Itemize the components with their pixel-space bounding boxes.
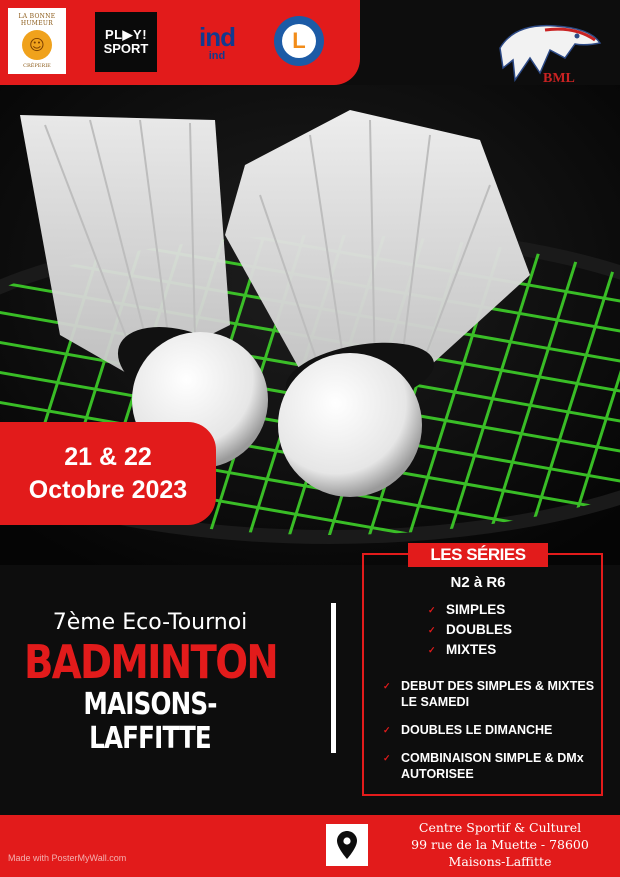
venue-street: 99 rue de la Muette - 78600 bbox=[411, 837, 589, 852]
info-item: ✓ COMBINAISON SIMPLE & DMx AUTORISEE bbox=[383, 750, 598, 782]
tournament-edition: 7ème Eco-Tournoi bbox=[52, 610, 248, 635]
info-text: DEBUT DES SIMPLES & MIXTES LE SAMEDI bbox=[401, 679, 595, 709]
event-poster: LA BONNE HUMEUR ☺ CRÊPERIE PL▶Y! SPORT i… bbox=[0, 0, 620, 877]
leclerc-logo: L bbox=[274, 16, 324, 66]
check-icon: ✓ bbox=[383, 681, 391, 691]
check-icon: ✓ bbox=[383, 725, 391, 735]
bml-logo-text: BML bbox=[543, 71, 575, 86]
map-pin-icon bbox=[337, 831, 357, 859]
venue-pin-box bbox=[326, 824, 368, 866]
tournament-title: 7ème Eco-Tournoi BADMINTON MAISONS-LAFFI… bbox=[0, 610, 300, 757]
date-days: 21 & 22 bbox=[64, 443, 152, 471]
series-type-label: MIXTES bbox=[446, 642, 497, 657]
series-heading: LES SÉRIES bbox=[408, 543, 548, 567]
series-range: N2 à R6 bbox=[450, 574, 506, 591]
play-sport-logo: PL▶Y! SPORT bbox=[95, 12, 157, 72]
play-sport-line1: PL▶Y! bbox=[104, 26, 148, 42]
leclerc-letter: L bbox=[282, 24, 316, 58]
smiley-icon: ☺ bbox=[22, 30, 52, 60]
info-text: DOUBLES LE DIMANCHE bbox=[401, 723, 553, 737]
bonne-humeur-logo: LA BONNE HUMEUR ☺ CRÊPERIE bbox=[8, 8, 66, 74]
series-type-item: ✓ DOUBLES bbox=[428, 620, 512, 640]
check-icon: ✓ bbox=[428, 645, 436, 655]
bonne-humeur-sub-text: CRÊPERIE bbox=[23, 63, 51, 69]
ind-logo: ind ind bbox=[187, 15, 247, 70]
venue-address: Centre Sportif & Culturel 99 rue de la M… bbox=[380, 819, 620, 870]
venue-city: Maisons-Laffitte bbox=[448, 854, 552, 869]
bonne-humeur-arc-text: LA BONNE HUMEUR bbox=[18, 13, 56, 27]
check-icon: ✓ bbox=[428, 605, 436, 615]
ind-logo-line2: ind bbox=[208, 49, 226, 62]
tournament-sport: BADMINTON bbox=[24, 635, 279, 689]
series-type-label: DOUBLES bbox=[446, 622, 513, 637]
watermark: Made with PosterMyWall.com bbox=[8, 853, 127, 863]
series-type-label: SIMPLES bbox=[446, 602, 506, 617]
info-item: ✓ DOUBLES LE DIMANCHE bbox=[383, 722, 598, 738]
play-sport-line2: SPORT bbox=[103, 41, 149, 56]
event-date: 21 & 22 Octobre 2023 bbox=[0, 422, 216, 525]
ind-logo-line1: ind bbox=[199, 21, 236, 52]
date-month-year: Octobre 2023 bbox=[28, 475, 188, 504]
sponsor-bar: LA BONNE HUMEUR ☺ CRÊPERIE PL▶Y! SPORT i… bbox=[0, 0, 360, 85]
series-type-item: ✓ MIXTES bbox=[428, 640, 512, 660]
info-text: COMBINAISON SIMPLE & DMx AUTORISEE bbox=[401, 751, 584, 781]
bml-club-logo: BML bbox=[499, 24, 602, 86]
series-types: ✓ SIMPLES ✓ DOUBLES ✓ MIXTES bbox=[428, 600, 512, 660]
venue-name: Centre Sportif & Culturel bbox=[418, 820, 582, 835]
vertical-divider bbox=[331, 603, 336, 753]
info-item: ✓ DEBUT DES SIMPLES & MIXTES LE SAMEDI bbox=[383, 678, 598, 710]
series-type-item: ✓ SIMPLES bbox=[428, 600, 512, 620]
tournament-city: MAISONS-LAFFITTE bbox=[83, 686, 217, 757]
check-icon: ✓ bbox=[428, 625, 436, 635]
check-icon: ✓ bbox=[383, 753, 391, 763]
series-info: ✓ DEBUT DES SIMPLES & MIXTES LE SAMEDI ✓ D… bbox=[383, 678, 598, 794]
